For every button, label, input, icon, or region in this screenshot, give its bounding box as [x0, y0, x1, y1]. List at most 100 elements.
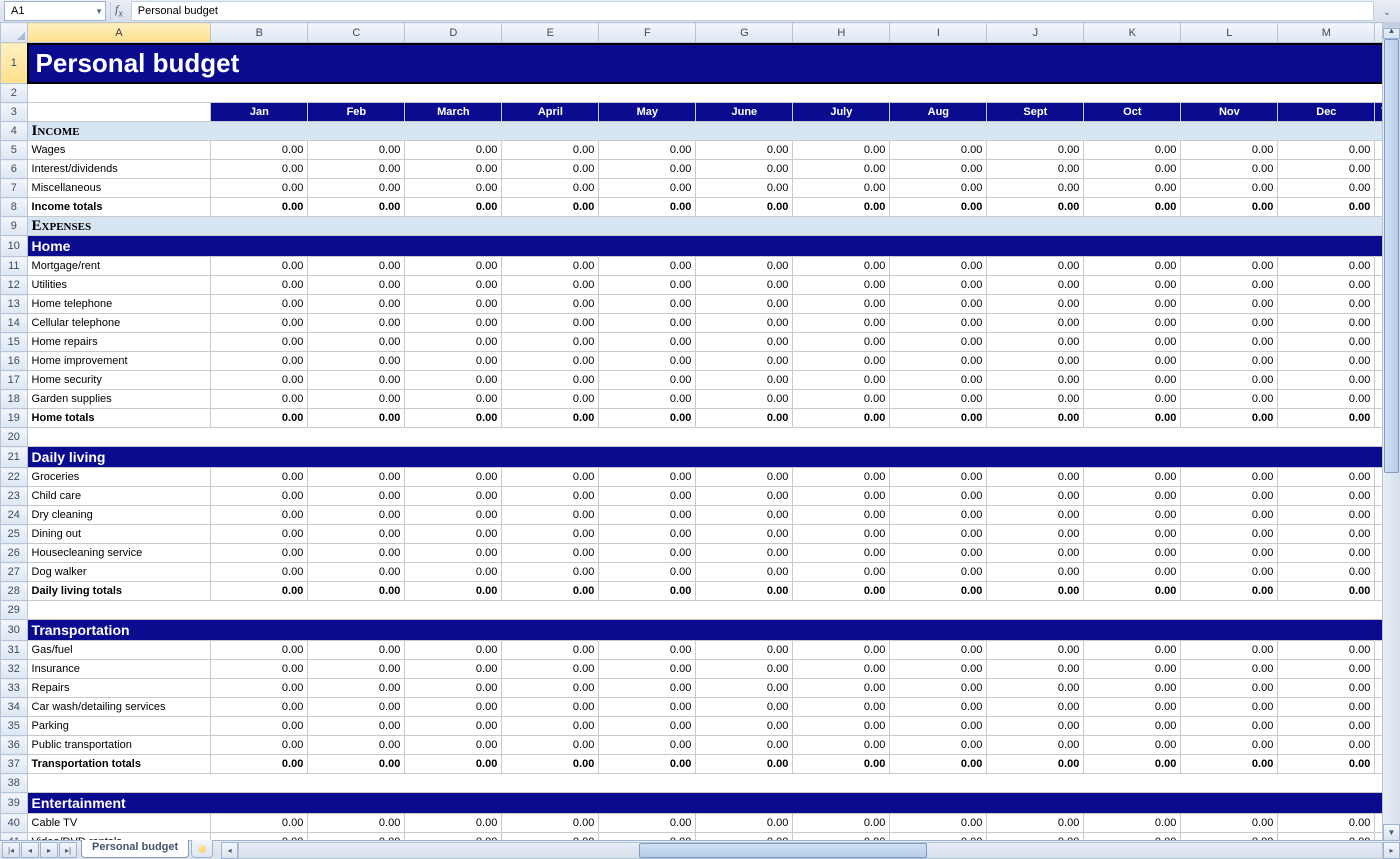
data-cell[interactable]: 0.00: [308, 717, 405, 736]
row-label[interactable]: Child care: [27, 487, 211, 506]
data-cell[interactable]: 0.00: [502, 487, 599, 506]
data-cell[interactable]: 0.00: [987, 563, 1084, 582]
data-cell[interactable]: 0.00: [987, 257, 1084, 276]
data-cell[interactable]: 0.00: [987, 468, 1084, 487]
data-cell[interactable]: 0.00: [405, 409, 502, 428]
data-cell[interactable]: 0.00: [987, 371, 1084, 390]
data-cell[interactable]: 0.00: [793, 352, 890, 371]
data-cell[interactable]: 0.00: [890, 390, 987, 409]
data-cell[interactable]: 0.00: [696, 582, 793, 601]
data-cell[interactable]: 0.00: [890, 679, 987, 698]
data-cell[interactable]: 0.00: [987, 314, 1084, 333]
row-header[interactable]: 6: [1, 160, 28, 179]
data-cell[interactable]: 0.00: [696, 276, 793, 295]
data-cell[interactable]: 0.00: [502, 755, 599, 774]
data-cell[interactable]: 0.00: [1084, 314, 1181, 333]
data-cell[interactable]: 0.00: [502, 390, 599, 409]
row-header[interactable]: 38: [1, 774, 28, 793]
data-cell[interactable]: 0.00: [308, 409, 405, 428]
month-header[interactable]: April: [502, 103, 599, 122]
data-cell[interactable]: 0.00: [405, 314, 502, 333]
month-header[interactable]: Oct: [1084, 103, 1181, 122]
section-income[interactable]: Income: [27, 122, 1399, 141]
data-cell[interactable]: 0.00: [405, 544, 502, 563]
data-cell[interactable]: 0.00: [1278, 698, 1375, 717]
data-cell[interactable]: 0.00: [696, 563, 793, 582]
row-label[interactable]: Cellular telephone: [27, 314, 211, 333]
data-cell[interactable]: 0.00: [1181, 679, 1278, 698]
row-label[interactable]: Garden supplies: [27, 390, 211, 409]
data-cell[interactable]: 0.00: [502, 409, 599, 428]
data-cell[interactable]: 0.00: [308, 679, 405, 698]
data-cell[interactable]: 0.00: [1181, 333, 1278, 352]
data-cell[interactable]: 0.00: [696, 198, 793, 217]
row-header[interactable]: 34: [1, 698, 28, 717]
data-cell[interactable]: 0.00: [599, 582, 696, 601]
row-label[interactable]: Public transportation: [27, 736, 211, 755]
data-cell[interactable]: 0.00: [987, 660, 1084, 679]
row-header[interactable]: 15: [1, 333, 28, 352]
data-cell[interactable]: 0.00: [1084, 544, 1181, 563]
data-cell[interactable]: 0.00: [1181, 698, 1278, 717]
data-cell[interactable]: 0.00: [502, 198, 599, 217]
data-cell[interactable]: 0.00: [405, 295, 502, 314]
data-cell[interactable]: 0.00: [502, 736, 599, 755]
data-cell[interactable]: 0.00: [502, 582, 599, 601]
data-cell[interactable]: 0.00: [890, 352, 987, 371]
data-cell[interactable]: 0.00: [793, 198, 890, 217]
row-label[interactable]: Daily living totals: [27, 582, 211, 601]
data-cell[interactable]: 0.00: [987, 698, 1084, 717]
row-header[interactable]: 35: [1, 717, 28, 736]
row-label[interactable]: Mortgage/rent: [27, 257, 211, 276]
data-cell[interactable]: 0.00: [1181, 352, 1278, 371]
data-cell[interactable]: 0.00: [1278, 257, 1375, 276]
data-cell[interactable]: 0.00: [211, 717, 308, 736]
data-cell[interactable]: 0.00: [211, 179, 308, 198]
data-cell[interactable]: 0.00: [1181, 525, 1278, 544]
row-header[interactable]: 27: [1, 563, 28, 582]
data-cell[interactable]: 0.00: [502, 179, 599, 198]
data-cell[interactable]: 0.00: [890, 641, 987, 660]
data-cell[interactable]: 0.00: [793, 717, 890, 736]
data-cell[interactable]: 0.00: [502, 717, 599, 736]
data-cell[interactable]: 0.00: [502, 525, 599, 544]
column-header[interactable]: A: [27, 23, 211, 43]
name-box[interactable]: A1 ▼: [4, 1, 106, 21]
data-cell[interactable]: 0.00: [1084, 525, 1181, 544]
data-cell[interactable]: 0.00: [405, 141, 502, 160]
data-cell[interactable]: 0.00: [1084, 371, 1181, 390]
data-cell[interactable]: 0.00: [405, 717, 502, 736]
data-cell[interactable]: 0.00: [793, 563, 890, 582]
data-cell[interactable]: 0.00: [211, 198, 308, 217]
data-cell[interactable]: 0.00: [1181, 468, 1278, 487]
data-cell[interactable]: 0.00: [987, 409, 1084, 428]
row-header[interactable]: 16: [1, 352, 28, 371]
data-cell[interactable]: 0.00: [502, 295, 599, 314]
row-label[interactable]: Groceries: [27, 468, 211, 487]
data-cell[interactable]: 0.00: [1084, 276, 1181, 295]
data-cell[interactable]: 0.00: [1278, 717, 1375, 736]
data-cell[interactable]: 0.00: [1084, 506, 1181, 525]
data-cell[interactable]: 0.00: [405, 698, 502, 717]
data-cell[interactable]: 0.00: [890, 544, 987, 563]
data-cell[interactable]: 0.00: [793, 736, 890, 755]
data-cell[interactable]: 0.00: [502, 371, 599, 390]
row-header[interactable]: 37: [1, 755, 28, 774]
data-cell[interactable]: 0.00: [1181, 814, 1278, 833]
data-cell[interactable]: 0.00: [599, 660, 696, 679]
data-cell[interactable]: 0.00: [1278, 660, 1375, 679]
row-header[interactable]: 19: [1, 409, 28, 428]
data-cell[interactable]: 0.00: [502, 641, 599, 660]
data-cell[interactable]: 0.00: [599, 390, 696, 409]
data-cell[interactable]: 0.00: [308, 698, 405, 717]
select-all-corner[interactable]: [1, 23, 28, 43]
data-cell[interactable]: 0.00: [1084, 390, 1181, 409]
data-cell[interactable]: 0.00: [308, 660, 405, 679]
data-cell[interactable]: 0.00: [696, 314, 793, 333]
data-cell[interactable]: 0.00: [308, 506, 405, 525]
data-cell[interactable]: 0.00: [502, 257, 599, 276]
data-cell[interactable]: 0.00: [599, 295, 696, 314]
data-cell[interactable]: 0.00: [1181, 641, 1278, 660]
vsplit-handle[interactable]: [1383, 22, 1400, 29]
row-label[interactable]: Dry cleaning: [27, 506, 211, 525]
